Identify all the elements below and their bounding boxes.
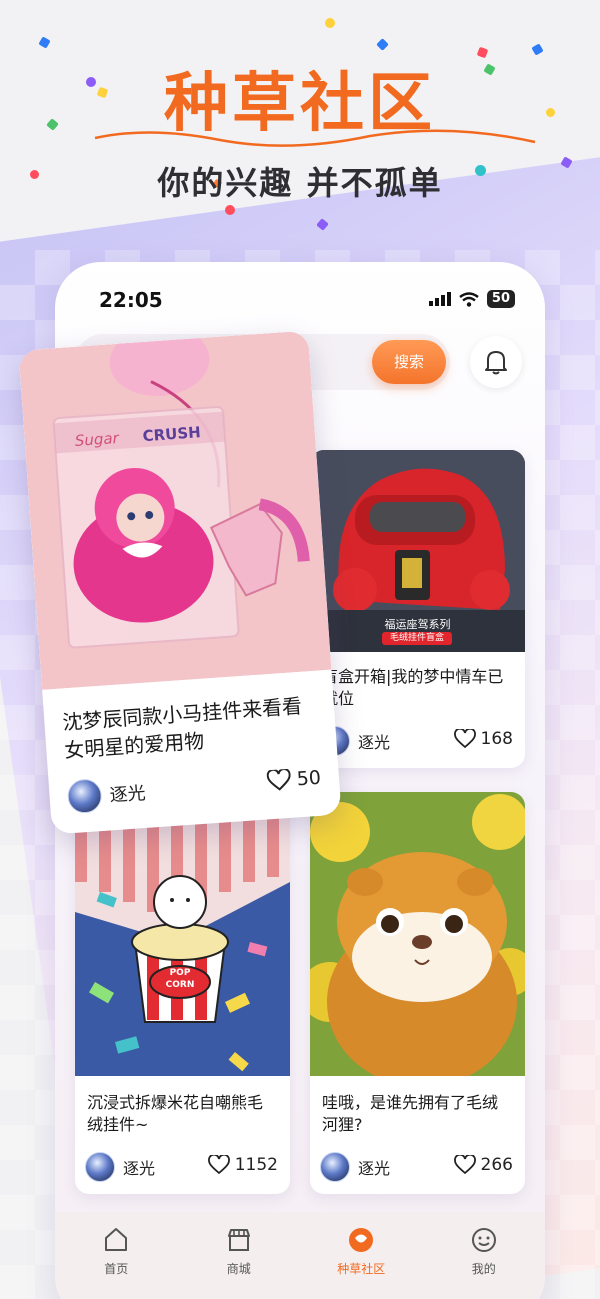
author-name: 逐光 bbox=[123, 1159, 156, 1178]
battery-indicator: 50 bbox=[486, 290, 515, 308]
signal-icon bbox=[428, 292, 451, 306]
card-3-image: POP CORN bbox=[75, 792, 290, 1076]
card-1-title: 沈梦辰同款小马挂件来看看女明星的爱用物 bbox=[61, 693, 303, 763]
like-count: 50 bbox=[296, 766, 322, 791]
status-icons: 50 bbox=[428, 290, 515, 308]
feed-card-1-featured[interactable]: Sugar CRUSH 沈梦辰同款小马挂件来看看女明星的爱用物 逐光 50 bbox=[18, 330, 342, 835]
like-count: 1152 bbox=[234, 1155, 278, 1175]
tab-profile-label: 我的 bbox=[471, 1262, 496, 1276]
heart-icon bbox=[207, 1155, 230, 1175]
tab-profile[interactable]: 我的 bbox=[439, 1224, 529, 1299]
author-name: 逐光 bbox=[358, 1159, 391, 1178]
promo-subline: 你的兴趣 并不孤单 bbox=[157, 164, 443, 202]
popcorn-text-1: POP bbox=[169, 968, 191, 978]
card-2-image-caption-1: 福运座驾系列 bbox=[384, 618, 451, 631]
wifi-icon bbox=[459, 291, 479, 307]
author-name: 逐光 bbox=[108, 782, 147, 807]
home-icon bbox=[105, 1228, 128, 1251]
card-3-likes[interactable]: 1152 bbox=[207, 1155, 278, 1175]
card-4-image bbox=[310, 792, 525, 1076]
card-1-likes[interactable]: 50 bbox=[266, 767, 322, 793]
community-icon bbox=[349, 1228, 374, 1252]
avatar bbox=[66, 778, 103, 815]
heart-icon bbox=[453, 729, 476, 749]
notification-bell-icon[interactable] bbox=[470, 336, 522, 388]
card-4-author[interactable]: 逐光 bbox=[320, 1152, 390, 1182]
feed-card-2[interactable]: 福运座驾系列 毛绒挂件盲盒 盲盒开箱|我的梦中情车已就位 逐光 168 bbox=[310, 450, 525, 768]
card-2-image-caption-2: 毛绒挂件盲盒 bbox=[382, 632, 452, 645]
card-3-author[interactable]: 逐光 bbox=[85, 1152, 155, 1182]
heart-icon bbox=[453, 1155, 476, 1175]
card-1-author[interactable]: 逐光 bbox=[66, 775, 147, 815]
tab-shop[interactable]: 商城 bbox=[194, 1224, 284, 1299]
shop-icon bbox=[227, 1229, 250, 1251]
tab-bar: 首页 商城 种草社区 我的 bbox=[55, 1212, 545, 1299]
tab-community-label: 种草社区 bbox=[337, 1262, 386, 1276]
card-1-brand-a: Sugar bbox=[74, 428, 120, 450]
search-button[interactable]: 搜索 bbox=[372, 340, 446, 384]
confetti bbox=[325, 18, 335, 28]
popcorn-text-2: CORN bbox=[165, 980, 195, 990]
card-4-title: 哇哦，是谁先拥有了毛绒河狸? bbox=[322, 1093, 499, 1134]
card-2-likes[interactable]: 168 bbox=[453, 729, 513, 749]
card-2-image: 福运座驾系列 毛绒挂件盲盒 bbox=[310, 450, 525, 652]
card-1-image: Sugar CRUSH bbox=[18, 330, 332, 690]
tab-home[interactable]: 首页 bbox=[71, 1224, 161, 1299]
tab-community[interactable]: 种草社区 bbox=[316, 1224, 406, 1299]
author-name: 逐光 bbox=[358, 733, 391, 752]
like-count: 168 bbox=[480, 729, 513, 749]
headline-swoosh bbox=[94, 129, 536, 147]
status-time: 22:05 bbox=[99, 288, 163, 312]
card-4-likes[interactable]: 266 bbox=[453, 1155, 513, 1175]
confetti bbox=[225, 205, 235, 215]
feed-card-3[interactable]: POP CORN 沉浸式拆爆米花自嘲熊毛绒挂件~ 逐光 1152 bbox=[75, 792, 290, 1194]
tab-home-label: 首页 bbox=[104, 1262, 129, 1276]
feed-card-4[interactable]: 哇哦，是谁先拥有了毛绒河狸? 逐光 266 bbox=[310, 792, 525, 1194]
card-2-title: 盲盒开箱|我的梦中情车已就位 bbox=[322, 667, 504, 708]
tab-shop-label: 商城 bbox=[226, 1262, 251, 1276]
heart-icon bbox=[266, 768, 291, 791]
like-count: 266 bbox=[480, 1155, 513, 1175]
avatar bbox=[85, 1152, 115, 1182]
avatar bbox=[320, 1152, 350, 1182]
profile-icon bbox=[471, 1228, 496, 1252]
card-3-title: 沉浸式拆爆米花自嘲熊毛绒挂件~ bbox=[87, 1093, 264, 1134]
